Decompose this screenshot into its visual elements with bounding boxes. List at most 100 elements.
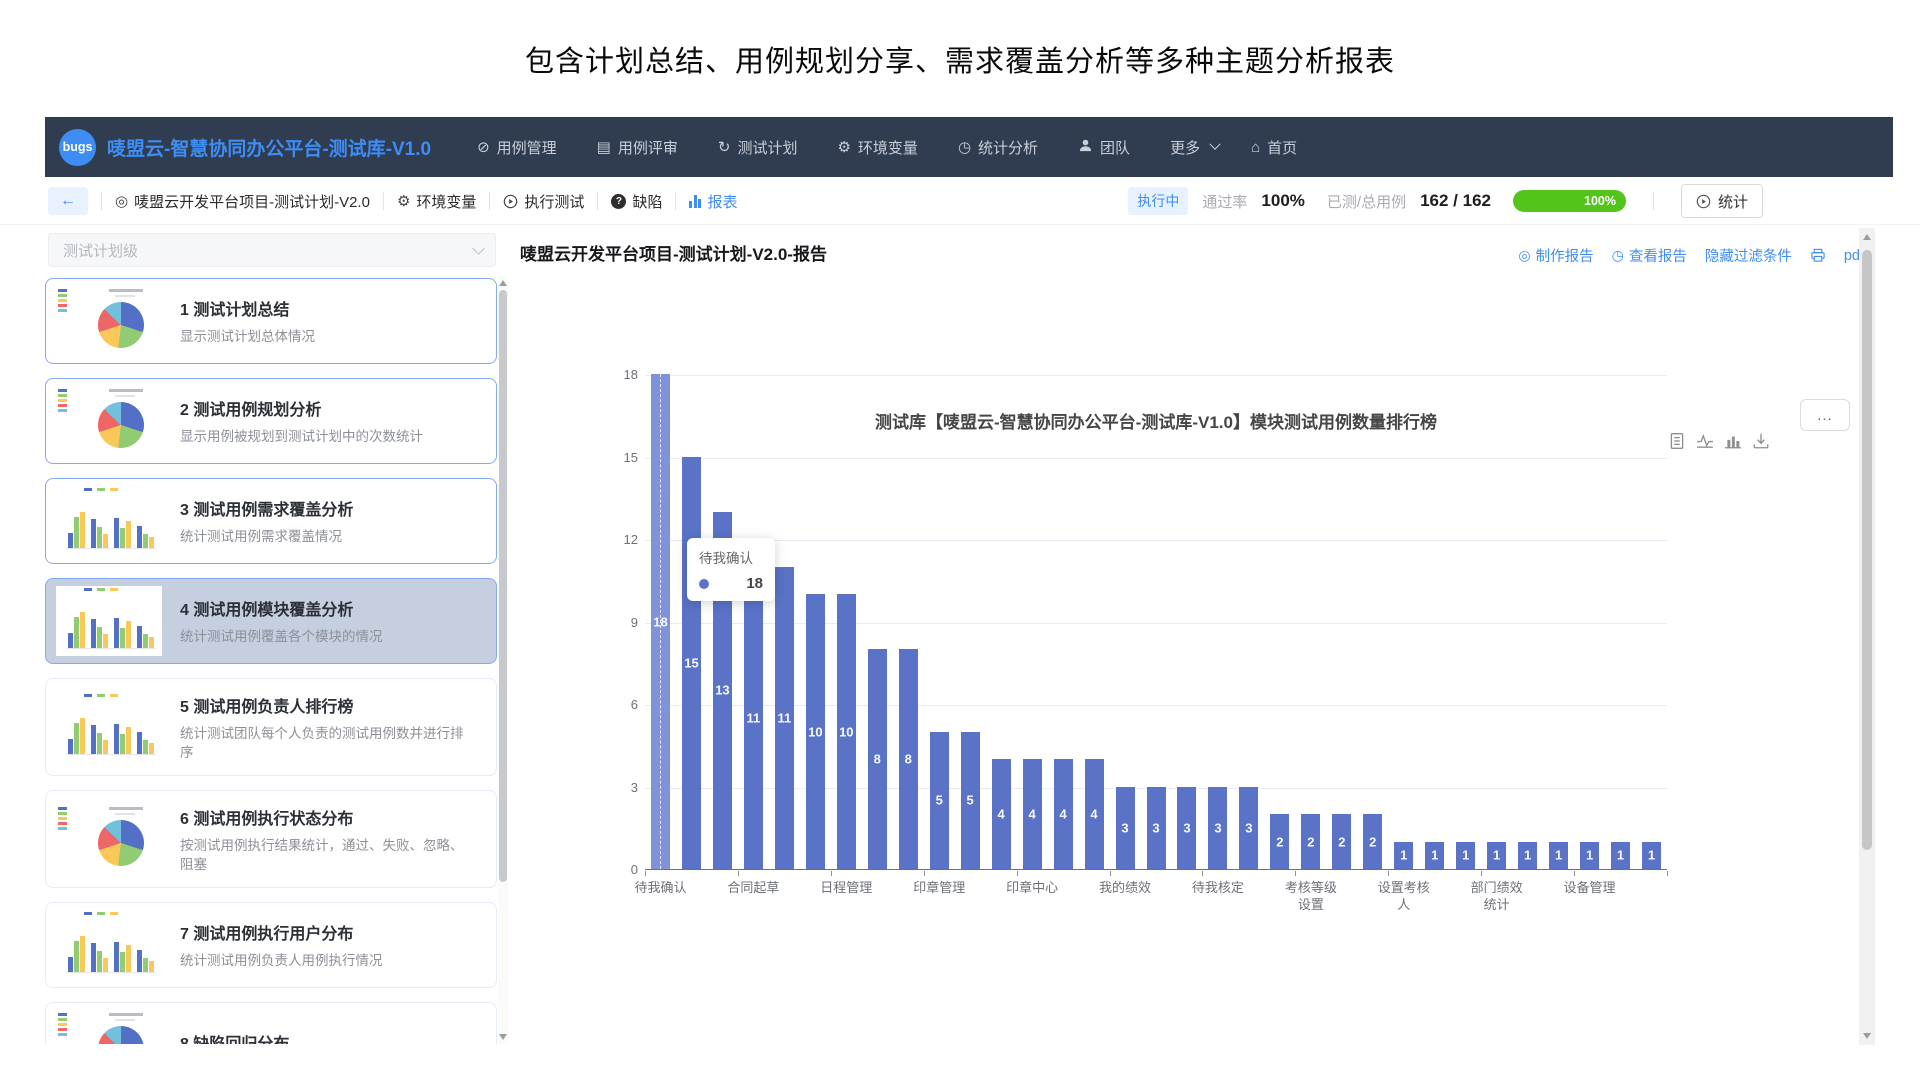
plan-toolbar: ← ◎唛盟云开发平台项目-测试计划-V2.0 ⚙ 环境变量 执行测试 ? 缺陷 … — [45, 179, 1893, 223]
bar-chart-icon — [689, 195, 701, 208]
chart-bar[interactable]: 1 — [1425, 842, 1444, 870]
nav-more[interactable]: 更多 — [1170, 137, 1219, 158]
chart-bar[interactable]: 15 — [682, 457, 701, 870]
report-card-desc: 统计测试用例负责人用例执行情况 — [180, 951, 475, 970]
chart-bar[interactable]: 4 — [992, 759, 1011, 869]
chart-bar[interactable]: 2 — [1363, 814, 1382, 869]
make-report-link[interactable]: ◎ 制作报告 — [1518, 245, 1593, 266]
chart-more-button[interactable]: ... — [1800, 399, 1850, 431]
bar-value-label: 1 — [1425, 848, 1444, 863]
chart-bar[interactable]: 1 — [1487, 842, 1506, 870]
hide-filters-link[interactable]: 隐藏过滤条件 — [1705, 245, 1792, 266]
nav-item-3[interactable]: ↻测试计划 — [718, 137, 798, 158]
chart-bar[interactable]: 18 — [651, 374, 670, 869]
bar-value-label: 3 — [1116, 820, 1135, 835]
thumb-bars — [66, 598, 156, 649]
chart-bar[interactable]: 4 — [1085, 759, 1104, 869]
pass-rate-value: 100% — [1261, 191, 1304, 211]
bar-value-label: 1 — [1487, 848, 1506, 863]
chart-bar[interactable]: 4 — [1054, 759, 1073, 869]
report-card-title: 3 测试用例需求覆盖分析 — [180, 496, 486, 520]
thumb-legend — [84, 912, 118, 915]
print-button[interactable] — [1810, 248, 1826, 263]
report-card-5[interactable]: 5 测试用例负责人排行榜统计测试团队每个人负责的测试用例数并进行排序 — [45, 678, 497, 776]
back-button[interactable]: ← — [48, 187, 88, 215]
bar-chart-icon[interactable] — [1724, 432, 1742, 450]
chart-bar[interactable]: 8 — [868, 649, 887, 869]
scrollbar-thumb[interactable] — [1862, 250, 1872, 850]
report-card-text: 3 测试用例需求覆盖分析统计测试用例需求覆盖情况 — [180, 496, 486, 546]
report-card-6[interactable]: 6 测试用例执行状态分布按测试用例执行结果统计，通过、失败、忽略、阻塞 — [45, 790, 497, 888]
chart-bar[interactable]: 8 — [899, 649, 918, 869]
download-icon[interactable] — [1752, 432, 1770, 450]
chart-bar[interactable]: 11 — [775, 567, 794, 870]
bar-chart-thumbnail — [56, 586, 162, 656]
report-card-7[interactable]: 7 测试用例执行用户分布统计测试用例负责人用例执行情况 — [45, 902, 497, 988]
toolbar-defects[interactable]: ? 缺陷 — [611, 191, 662, 212]
y-axis-label: 15 — [598, 450, 638, 465]
y-axis-label: 0 — [598, 862, 638, 877]
chart-bar[interactable]: 1 — [1518, 842, 1537, 870]
report-card-3[interactable]: 3 测试用例需求覆盖分析统计测试用例需求覆盖情况 — [45, 478, 497, 564]
data-view-icon[interactable] — [1668, 432, 1686, 450]
stats-button[interactable]: 统计 — [1681, 184, 1763, 218]
report-card-2[interactable]: 2 测试用例规划分析显示用例被规划到测试计划中的次数统计 — [45, 378, 497, 464]
thumb-bar — [149, 537, 154, 548]
pie-chart-thumbnail — [56, 804, 162, 874]
bar-value-label: 5 — [930, 793, 949, 808]
chart-bar[interactable]: 1 — [1394, 842, 1413, 870]
chart-bar[interactable]: 1 — [1456, 842, 1475, 870]
select-placeholder: 测试计划级 — [63, 240, 472, 261]
report-card-4[interactable]: 4 测试用例模块覆盖分析统计测试用例覆盖各个模块的情况 — [45, 578, 497, 664]
chart-bar[interactable]: 1 — [1611, 842, 1630, 870]
chart-bar[interactable]: 1 — [1580, 842, 1599, 870]
chart-bar[interactable]: 5 — [930, 732, 949, 870]
thumb-bar-group — [91, 498, 108, 548]
nav-item-4[interactable]: ⚙环境变量 — [837, 137, 917, 158]
scroll-down-icon[interactable] — [1863, 1033, 1871, 1039]
divider — [0, 224, 1920, 225]
scroll-up-icon[interactable] — [1863, 234, 1871, 240]
brand-title[interactable]: 唛盟云-智慧协同办公平台-测试库-V1.0 — [107, 134, 431, 161]
line-chart-icon[interactable] — [1696, 432, 1714, 450]
chart-bar[interactable]: 3 — [1116, 787, 1135, 870]
scroll-up-icon[interactable] — [499, 280, 507, 286]
view-report-link[interactable]: ◷ 查看报告 — [1612, 245, 1687, 266]
report-card-8[interactable]: 8 缺陷回归分布 — [45, 1002, 497, 1044]
bar-value-label: 1 — [1456, 848, 1475, 863]
nav-item-1[interactable]: ⊘用例管理 — [477, 137, 557, 158]
chart-bar[interactable]: 3 — [1177, 787, 1196, 870]
scrollbar-thumb[interactable] — [499, 290, 507, 882]
legend-swatch — [58, 1018, 67, 1021]
chart-bar[interactable]: 2 — [1332, 814, 1351, 869]
toolbar-reports[interactable]: 报表 — [689, 191, 737, 212]
chart-bar[interactable]: 2 — [1270, 814, 1289, 869]
nav-home[interactable]: ⌂ 首页 — [1251, 137, 1297, 158]
chart-bar[interactable]: 11 — [744, 567, 763, 870]
legend-swatch — [58, 807, 67, 810]
page-scrollbar[interactable] — [1859, 228, 1875, 1045]
bar-value-label: 3 — [1177, 820, 1196, 835]
chart-bar[interactable]: 1 — [1549, 842, 1568, 870]
chart-bar[interactable]: 3 — [1147, 787, 1166, 870]
chart-bar[interactable]: 10 — [837, 594, 856, 869]
sidebar-scrollbar[interactable] — [498, 276, 508, 1044]
nav-item-2[interactable]: ▤用例评审 — [597, 137, 678, 158]
toolbar-project[interactable]: ◎唛盟云开发平台项目-测试计划-V2.0 — [115, 191, 370, 212]
toolbar-run-test[interactable]: 执行测试 — [503, 191, 584, 212]
thumb-bar — [91, 725, 96, 754]
plan-level-select[interactable]: 测试计划级 — [48, 233, 496, 267]
chart-bar[interactable]: 3 — [1239, 787, 1258, 870]
chart-bar[interactable]: 10 — [806, 594, 825, 869]
nav-item-6[interactable]: 团队 — [1078, 137, 1130, 158]
nav-item-5[interactable]: ◷统计分析 — [958, 137, 1038, 158]
chart-bar[interactable]: 3 — [1208, 787, 1227, 870]
report-card-1[interactable]: 1 测试计划总结显示测试计划总体情况 — [45, 278, 497, 364]
scroll-down-icon[interactable] — [499, 1034, 507, 1040]
chart-bar[interactable]: 4 — [1023, 759, 1042, 869]
chart-bar[interactable]: 1 — [1642, 842, 1661, 870]
toolbar-env-vars[interactable]: ⚙ 环境变量 — [397, 191, 476, 212]
chart-bar[interactable]: 5 — [961, 732, 980, 870]
bugs-logo[interactable]: bugs — [59, 129, 96, 166]
chart-bar[interactable]: 2 — [1301, 814, 1320, 869]
